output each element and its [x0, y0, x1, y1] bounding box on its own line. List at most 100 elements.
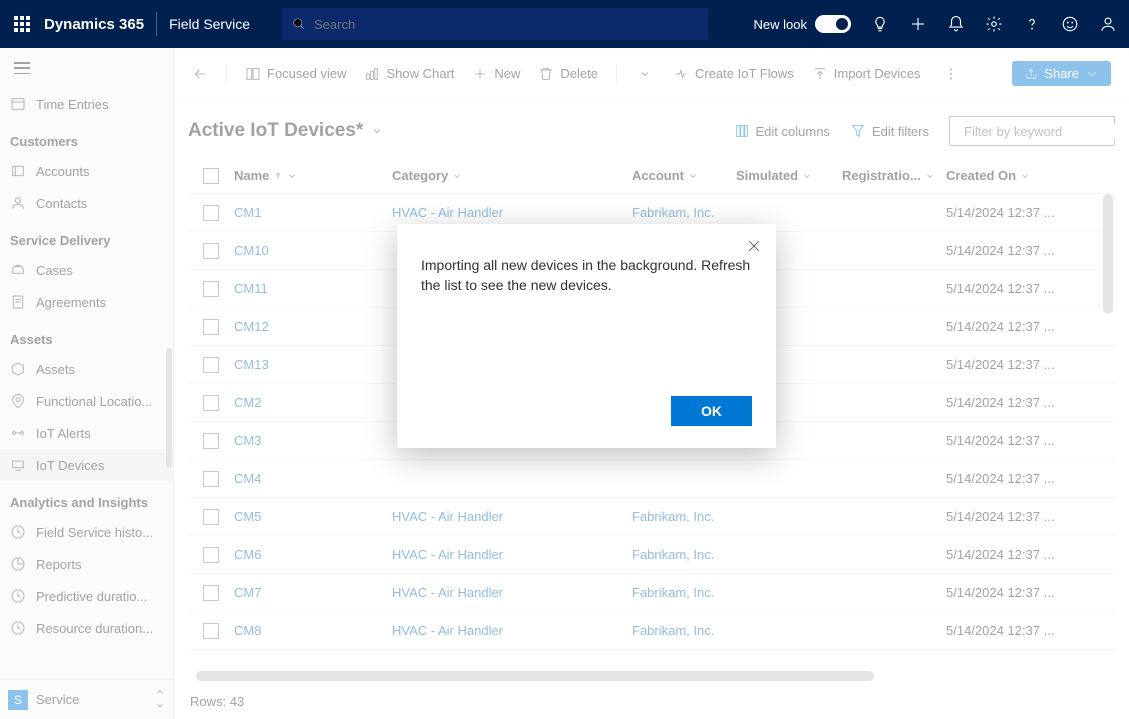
cell-category[interactable]: HVAC - Air Handler [392, 205, 503, 220]
view-title[interactable]: Active IoT Devices* [188, 120, 383, 142]
create-iot-flows-button[interactable]: Create IoT Flows [673, 66, 794, 82]
area-label: Service [36, 692, 79, 707]
row-checkbox[interactable] [203, 395, 219, 411]
account-manager-icon[interactable] [1099, 15, 1117, 33]
col-header-created[interactable]: Created On [946, 168, 1058, 183]
cell-name[interactable]: CM4 [234, 471, 261, 486]
sidebar-item-reports[interactable]: Reports [0, 548, 173, 580]
help-icon[interactable] [1023, 15, 1041, 33]
cell-name[interactable]: CM13 [234, 357, 269, 372]
keyword-input[interactable] [964, 124, 1129, 139]
sidebar-item-predictive[interactable]: Predictive duratio... [0, 580, 173, 612]
sidebar-item-agreements[interactable]: Agreements [0, 286, 173, 318]
row-checkbox[interactable] [203, 319, 219, 335]
share-button[interactable]: Share [1012, 61, 1111, 86]
row-checkbox[interactable] [203, 281, 219, 297]
sidebar-item-fs-historical[interactable]: Field Service histo... [0, 516, 173, 548]
cell-account[interactable]: Fabrikam, Inc. [632, 585, 714, 600]
grid-vertical-scrollbar[interactable] [1103, 194, 1113, 314]
col-header-registration[interactable]: Registratio... [842, 168, 946, 183]
cell-created: 5/14/2024 12:37 ... [946, 623, 1058, 638]
sidebar-item-time-entries[interactable]: Time Entries [0, 88, 173, 120]
delete-split-chevron[interactable] [635, 68, 655, 80]
cell-category[interactable]: HVAC - Air Handler [392, 509, 503, 524]
row-checkbox[interactable] [203, 623, 219, 639]
sidebar-item-functional-locations[interactable]: Functional Locatio... [0, 385, 173, 417]
row-checkbox[interactable] [203, 547, 219, 563]
sidebar-item-resource-duration[interactable]: Resource duration... [0, 612, 173, 644]
col-header-name[interactable]: Name [234, 168, 392, 183]
cell-name[interactable]: CM2 [234, 395, 261, 410]
plus-icon[interactable] [909, 15, 927, 33]
col-header-account[interactable]: Account [632, 168, 736, 183]
cell-category[interactable]: HVAC - Air Handler [392, 585, 503, 600]
table-row[interactable]: CM8 HVAC - Air Handler Fabrikam, Inc. 5/14/… [188, 612, 1115, 650]
focused-view-button[interactable]: Focused view [245, 66, 346, 82]
table-row[interactable]: CM5HVAC - Air HandlerFabrikam, Inc.5/14/… [188, 498, 1115, 536]
cell-name[interactable]: CM5 [234, 509, 261, 524]
hamburger-button[interactable] [0, 48, 173, 88]
cell-name[interactable]: CM12 [234, 319, 269, 334]
sidebar-item-accounts[interactable]: Accounts [0, 155, 173, 187]
edit-columns-button[interactable]: Edit columns [734, 123, 830, 139]
global-search[interactable] [282, 8, 708, 40]
keyword-filter[interactable] [949, 116, 1115, 146]
smiley-icon[interactable] [1061, 15, 1079, 33]
gear-icon[interactable] [985, 15, 1003, 33]
cell-category[interactable]: HVAC - Air Handler [392, 547, 503, 562]
grid-horizontal-scrollbar[interactable] [188, 669, 1115, 683]
cmd-label: Create IoT Flows [695, 66, 794, 81]
show-chart-button[interactable]: Show Chart [364, 66, 454, 82]
cell-name[interactable]: CM1 [234, 205, 261, 220]
overflow-button[interactable] [938, 61, 964, 87]
cell-account[interactable]: Fabrikam, Inc. [632, 205, 714, 220]
col-header-simulated[interactable]: Simulated [736, 168, 842, 183]
row-checkbox[interactable] [203, 471, 219, 487]
row-checkbox[interactable] [203, 205, 219, 221]
close-button[interactable] [746, 238, 762, 257]
bell-icon[interactable] [947, 15, 965, 33]
cell-name[interactable]: CM3 [234, 433, 261, 448]
select-all-checkbox[interactable] [203, 168, 219, 184]
edit-filters-button[interactable]: Edit filters [850, 123, 929, 139]
ok-button[interactable]: OK [671, 396, 752, 426]
sidebar-scrollbar[interactable] [166, 348, 172, 468]
area-switcher[interactable]: S Service ⌃⌄ [0, 679, 173, 719]
row-checkbox[interactable] [203, 357, 219, 373]
row-checkbox[interactable] [203, 243, 219, 259]
table-row[interactable]: CM45/14/2024 12:37 ... [188, 460, 1115, 498]
cell-account[interactable]: Fabrikam, Inc. [632, 509, 714, 524]
cell-name[interactable]: CM10 [234, 243, 269, 258]
sidebar-item-contacts[interactable]: Contacts [0, 187, 173, 219]
col-header-category[interactable]: Category [392, 168, 632, 183]
brand-name: Dynamics 365 [44, 16, 144, 33]
sidebar-item-cases[interactable]: Cases [0, 254, 173, 286]
cell-name[interactable]: CM6 [234, 547, 261, 562]
sidebar-item-iot-devices[interactable]: IoT Devices [0, 449, 173, 481]
import-devices-button[interactable]: Import Devices [812, 66, 921, 82]
table-row[interactable]: CM6HVAC - Air HandlerFabrikam, Inc.5/14/… [188, 536, 1115, 574]
row-checkbox[interactable] [203, 433, 219, 449]
grid-header: Name Category Account Simulated Registra… [188, 158, 1115, 194]
cell-account[interactable]: Fabrikam, Inc. [632, 547, 714, 562]
row-checkbox[interactable] [203, 509, 219, 525]
lightbulb-icon[interactable] [871, 15, 889, 33]
cell-account[interactable]: Fabrikam, Inc. [632, 623, 714, 638]
sidebar-item-label: IoT Alerts [36, 426, 91, 441]
cell-category[interactable]: HVAC - Air Handler [392, 623, 503, 638]
back-button[interactable] [192, 66, 208, 82]
import-dialog: Importing all new devices in the backgro… [397, 224, 776, 448]
delete-button[interactable]: Delete [538, 66, 598, 82]
cell-name[interactable]: CM7 [234, 585, 261, 600]
cell-created: 5/14/2024 12:37 ... [946, 319, 1058, 334]
new-look-toggle[interactable]: New look [754, 15, 851, 33]
cell-name[interactable]: CM11 [234, 281, 268, 296]
app-launcher-icon[interactable] [12, 14, 32, 34]
sidebar-item-iot-alerts[interactable]: IoT Alerts [0, 417, 173, 449]
new-button[interactable]: New [472, 66, 520, 82]
search-input[interactable] [314, 17, 698, 32]
sidebar-item-assets[interactable]: Assets [0, 353, 173, 385]
cell-name[interactable]: CM8 [234, 623, 261, 638]
row-checkbox[interactable] [203, 585, 219, 601]
table-row[interactable]: CM7HVAC - Air HandlerFabrikam, Inc.5/14/… [188, 574, 1115, 612]
